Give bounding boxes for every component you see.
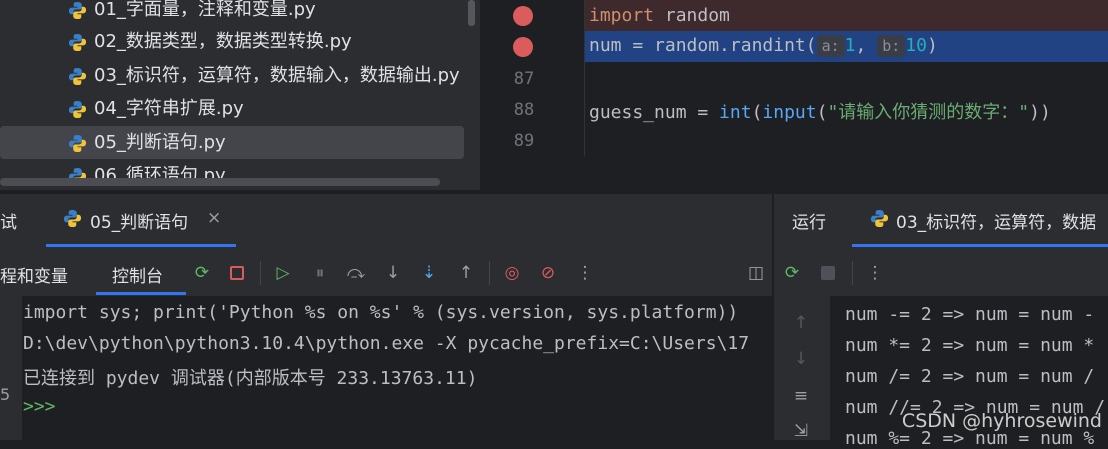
layout-settings-icon[interactable]: ◫ [745,262,767,284]
code-line-randint: num = random.randint(a: 1, b: 10) [589,35,938,57]
rerun-icon[interactable]: ⟳ [191,262,213,284]
tree-file-03[interactable]: 03_标识符，运算符，数据输入，数据输出.py [0,60,480,92]
keyword: import [589,5,655,26]
tab-debug-file[interactable]: 05_判断语句 [90,208,188,233]
code-text: , [855,35,878,56]
file-name: 04_字符串扩展.py [94,98,244,119]
step-over-icon[interactable]: ⤼ [345,262,367,284]
breakpoint-icon[interactable] [513,37,533,57]
code-text: )) [1029,102,1051,123]
active-tab-indicator [852,244,1108,247]
console-gutter [0,296,22,440]
pause-icon[interactable]: ⏸ [309,262,331,284]
number-literal: 1 [844,35,856,56]
gutter-digit: 5 [0,385,11,404]
python-file-icon [68,67,87,86]
code-text: guess_num = [589,102,720,123]
python-file-icon [68,134,87,153]
file-name: 01_字面量，注释和变量.py [94,0,316,20]
scroll-to-end-icon[interactable]: ⇲ [790,420,812,442]
param-hint-b: b: [877,35,906,57]
breakpoint-icon[interactable] [513,6,533,26]
tree-horizontal-scrollbar[interactable] [0,178,440,186]
gutter-separator [584,0,585,156]
tab-run-file[interactable]: 03_标识符，运算符，数据 [896,208,1096,233]
file-name: 02_数据类型，数据类型转换.py [94,31,352,52]
code-text: ( [805,35,817,56]
code-line-guess: guess_num = int(input("请输入你猜测的数字：")) [589,98,1051,124]
toolbar-separator [260,261,261,285]
toolbar-separator [852,261,853,285]
stop-icon[interactable] [817,262,839,284]
mute-breakpoints-icon[interactable]: ⊘ [537,262,559,284]
tab-threads-variables[interactable]: 程和变量 [0,262,68,287]
view-breakpoints-icon[interactable]: ◎ [501,262,523,284]
builtin-name: input [762,102,817,123]
stop-icon[interactable] [226,262,248,284]
run-output-line: num /= 2 => num = num / [845,366,1095,387]
tree-file-01[interactable]: 01_字面量，注释和变量.py [0,0,480,26]
param-hint-a: a: [816,35,845,57]
step-into-icon[interactable]: ↓ [382,262,404,284]
python-file-icon [63,209,82,228]
python-file-icon [870,209,889,228]
tree-file-06[interactable]: 06_循环语句.py [0,160,480,192]
run-output-line: num -= 2 => num = num - [845,304,1095,325]
tree-vertical-scrollbar[interactable] [468,0,475,26]
tree-file-04[interactable]: 04_字符串扩展.py [0,93,480,125]
close-tab-icon[interactable]: × [207,208,221,228]
step-out-icon[interactable]: ↑ [455,262,477,284]
line-number: 89 [513,131,535,151]
more-options-icon[interactable]: ⋮ [864,262,886,284]
string-literal: "请输入你猜测的数字：" [827,102,1030,123]
python-file-icon [68,100,87,119]
run-tool-title[interactable]: 运行 [792,208,826,233]
file-name: 06_循环语句.py [94,165,226,186]
line-number: 87 [513,69,535,89]
console-line: import sys; print('Python %s on %s' % (s… [23,302,739,323]
number-literal: 10 [905,35,927,56]
file-name: 03_标识符，运算符，数据输入，数据输出.py [94,65,460,86]
rerun-icon[interactable]: ⟳ [781,262,803,284]
console-line: 已连接到 pydev 调试器(内部版本号 233.13763.11) [23,368,478,389]
active-tab-indicator [46,244,236,247]
debug-tool-title[interactable]: 试 [0,208,17,233]
code-text: ( [816,102,828,123]
tree-file-02[interactable]: 02_数据类型，数据类型转换.py [0,26,480,58]
file-name: 05_判断语句.py [94,132,226,153]
step-into-my-code-icon[interactable]: ⇣ [418,262,440,284]
run-output-line: num *= 2 => num = num * [845,335,1095,356]
active-subtab-indicator [96,292,186,295]
soft-wrap-icon[interactable]: ≡ [790,385,812,407]
scroll-down-icon[interactable]: ↓ [790,348,812,370]
tab-console[interactable]: 控制台 [112,262,163,287]
function-name: randint [729,35,806,56]
console-prompt[interactable]: >>> [23,396,56,417]
python-file-icon [68,1,87,20]
python-file-icon [68,33,87,52]
more-options-icon[interactable]: ⋮ [574,262,596,284]
watermark: CSDN @hyhrosewind [901,410,1102,432]
console-line: D:\dev\python\python3.10.4\python.exe -X… [23,333,750,354]
scroll-up-icon[interactable]: ↑ [790,312,812,334]
code-text: ( [751,102,763,123]
code-text: random [654,5,730,26]
toolbar-separator [489,261,490,285]
resume-icon[interactable]: ▷ [272,262,294,284]
builtin-name: int [719,102,752,123]
tree-file-05-selected[interactable]: 05_判断语句.py [0,126,480,159]
code-text: num = random. [589,35,730,56]
code-text: ) [926,35,938,56]
code-line-import: import random [589,5,730,26]
line-number: 88 [513,100,535,120]
